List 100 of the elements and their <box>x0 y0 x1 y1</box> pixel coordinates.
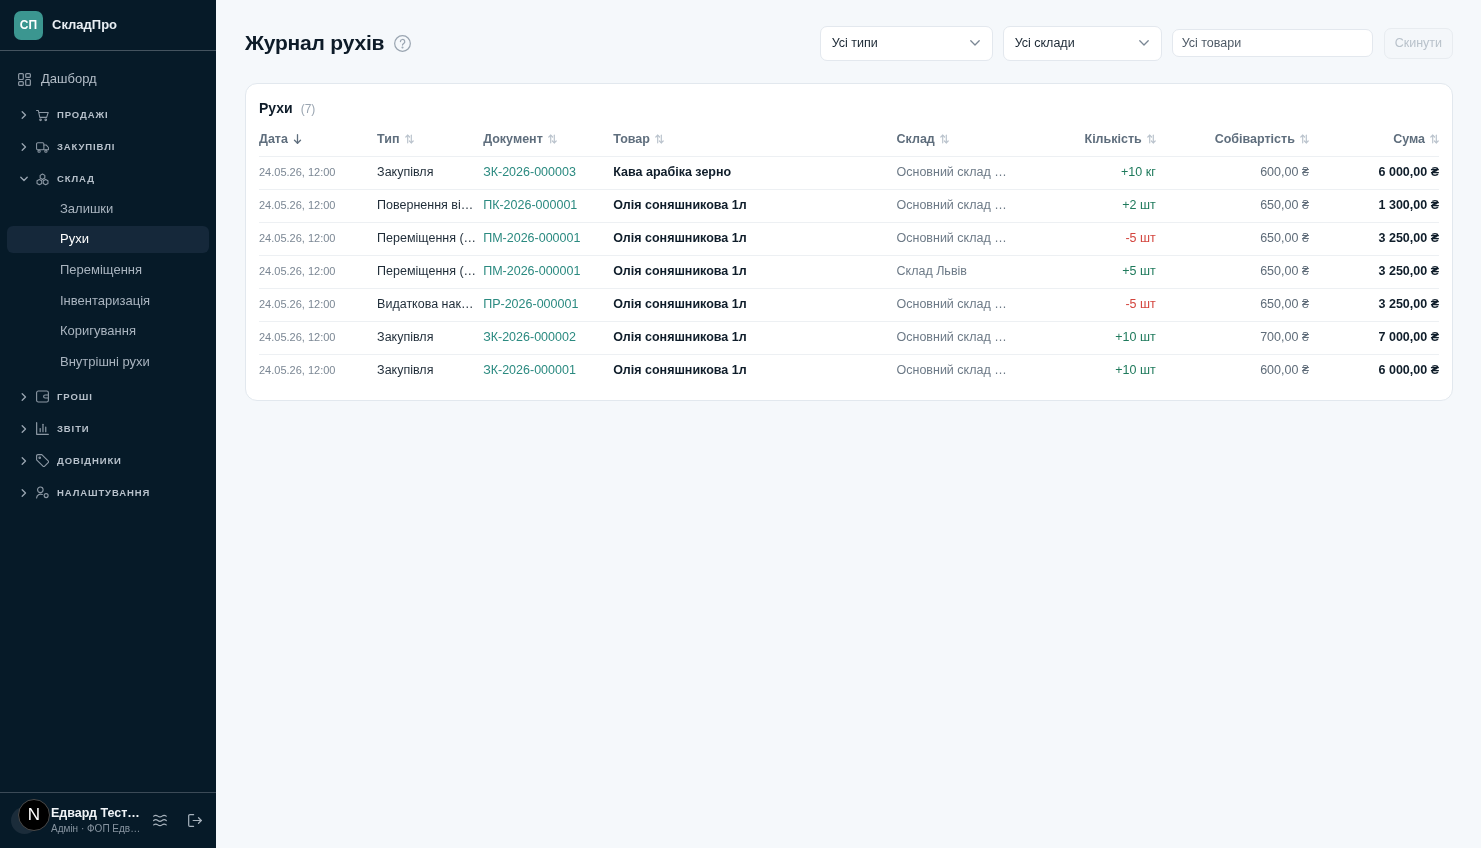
column-header[interactable]: Собівартість <box>1214 129 1309 149</box>
wallet-icon <box>36 390 49 404</box>
sidebar-subitem[interactable]: Інвентаризація <box>7 286 209 314</box>
document-link[interactable]: ПМ-2026-000001 <box>483 231 581 246</box>
help-icon[interactable] <box>394 34 412 52</box>
sum-value: 3 250,00 ₴ <box>1378 264 1439 279</box>
sort-icon[interactable] <box>1430 134 1439 145</box>
sidebar-link[interactable]: Дашборд <box>7 67 209 91</box>
document-link[interactable]: ПМ-2026-000001 <box>483 264 581 279</box>
sidebar-subitem[interactable]: Переміщення <box>7 256 209 284</box>
column-header[interactable]: Сума <box>1393 129 1439 149</box>
grid-icon <box>18 72 31 86</box>
cost-value: 650,00 ₴ <box>1260 231 1309 246</box>
warehouse-name: Основний склад … <box>896 330 1007 345</box>
sort-icon[interactable] <box>654 134 664 145</box>
page-title: Журнал рухів <box>245 30 385 56</box>
sidebar-group[interactable]: СКЛАД <box>7 163 209 195</box>
filter-input[interactable]: Усі товари <box>1171 29 1373 57</box>
cost-value: 650,00 ₴ <box>1260 264 1309 279</box>
movement-type: Закупівля <box>377 330 434 345</box>
document-link[interactable]: ЗК-2026-000002 <box>483 330 576 345</box>
product-name: Олія соняшникова 1л <box>613 363 747 378</box>
dev-tools-badge[interactable]: N <box>18 799 50 831</box>
user-role: Адмін · ФОП Едв… <box>51 823 141 835</box>
quantity-value: +5 шт <box>1122 264 1156 279</box>
quantity-value: +2 шт <box>1122 198 1156 213</box>
sidebar-subitem[interactable]: Залишки <box>7 195 209 222</box>
sidebar-group[interactable]: ДОВІДНИКИ <box>7 444 209 477</box>
movement-type: Повернення ві… <box>377 198 474 213</box>
date-text: 24.05.26, 12:00 <box>259 166 336 179</box>
quantity-value: +10 шт <box>1115 363 1156 378</box>
sidebar-group[interactable]: ГРОШІ <box>7 380 209 413</box>
warehouse-name: Основний склад … <box>896 198 1007 213</box>
document-link[interactable]: ЗК-2026-000001 <box>483 363 576 378</box>
product-name: Олія соняшникова 1л <box>613 330 747 345</box>
column-header[interactable]: Дата <box>259 129 302 149</box>
sort-icon[interactable] <box>404 134 414 145</box>
column-header[interactable]: Документ <box>483 129 557 149</box>
chevron-down-icon <box>1138 40 1149 46</box>
tag-icon <box>36 454 49 468</box>
document-link[interactable]: ПР-2026-000001 <box>483 297 579 312</box>
sidebar-subitem[interactable]: Внутрішні рухи <box>7 347 209 375</box>
sidebar-subitem[interactable]: Рухи <box>7 225 209 253</box>
app-logo: СП <box>14 10 43 40</box>
truck-icon <box>36 140 49 154</box>
sort-icon[interactable] <box>547 134 557 145</box>
column-header[interactable]: Товар <box>613 129 664 149</box>
date-text: 24.05.26, 12:00 <box>259 199 336 212</box>
document-link[interactable]: ЗК-2026-000003 <box>483 165 576 180</box>
sum-value: 6 000,00 ₴ <box>1378 363 1439 378</box>
quantity-value: -5 шт <box>1125 231 1156 246</box>
sum-value: 3 250,00 ₴ <box>1378 231 1439 246</box>
card-title: Рухи <box>259 99 293 118</box>
boxes-icon <box>36 172 49 186</box>
warehouse-name: Основний склад … <box>896 297 1007 312</box>
app-name: СкладПро <box>52 16 118 35</box>
chevron-down-icon <box>969 40 980 46</box>
sidebar-group[interactable]: НАЛАШТУВАННЯ <box>7 476 209 509</box>
quantity-value: +10 шт <box>1115 330 1156 345</box>
sidebar-group[interactable]: ПРОДАЖІ <box>7 99 209 131</box>
filter-select[interactable]: Усі склади <box>1002 25 1162 61</box>
column-header[interactable]: Тип <box>377 129 414 149</box>
user-name: Едвард Тест… <box>51 806 141 821</box>
date-text: 24.05.26, 12:00 <box>259 331 336 344</box>
arrow-down-icon[interactable] <box>292 134 302 145</box>
warehouse-name: Склад Львів <box>896 264 967 279</box>
document-link[interactable]: ПК-2026-000001 <box>483 198 578 213</box>
warehouse-name: Основний склад … <box>896 363 1007 378</box>
sidebar-group[interactable]: ЗАКУПІВЛІ <box>7 131 209 163</box>
cost-value: 700,00 ₴ <box>1260 330 1309 345</box>
sum-value: 3 250,00 ₴ <box>1378 297 1439 312</box>
movement-type: Видаткова нак… <box>377 297 474 312</box>
sidebar-subitem[interactable]: Коригування <box>7 317 209 345</box>
date-text: 24.05.26, 12:00 <box>259 298 336 311</box>
bar-chart-icon <box>36 422 49 436</box>
date-text: 24.05.26, 12:00 <box>259 232 336 245</box>
product-name: Олія соняшникова 1л <box>613 297 747 312</box>
warehouse-name: Основний склад … <box>896 165 1007 180</box>
sum-value: 1 300,00 ₴ <box>1378 198 1439 213</box>
sort-icon[interactable] <box>939 134 949 145</box>
movement-type: Закупівля <box>377 165 434 180</box>
column-header[interactable]: Склад <box>896 129 949 149</box>
user-gear-icon <box>36 486 49 500</box>
quantity-value: +10 кг <box>1121 165 1156 180</box>
logout-icon[interactable] <box>188 814 202 827</box>
date-text: 24.05.26, 12:00 <box>259 364 336 377</box>
cost-value: 600,00 ₴ <box>1260 165 1309 180</box>
sort-icon[interactable] <box>1299 134 1309 145</box>
sum-value: 7 000,00 ₴ <box>1378 330 1439 345</box>
cost-value: 650,00 ₴ <box>1260 297 1309 312</box>
filter-select[interactable]: Усі типи <box>819 25 993 61</box>
column-header[interactable]: Кількість <box>1084 129 1156 149</box>
sidebar-group[interactable]: ЗВІТИ <box>7 412 209 445</box>
product-name: Олія соняшникова 1л <box>613 264 747 279</box>
waves-icon[interactable] <box>153 814 167 827</box>
cost-value: 600,00 ₴ <box>1260 363 1309 378</box>
sum-value: 6 000,00 ₴ <box>1378 165 1439 180</box>
date-text: 24.05.26, 12:00 <box>259 265 336 278</box>
product-name: Кава арабіка зерно <box>613 165 732 180</box>
sort-icon[interactable] <box>1146 134 1156 145</box>
